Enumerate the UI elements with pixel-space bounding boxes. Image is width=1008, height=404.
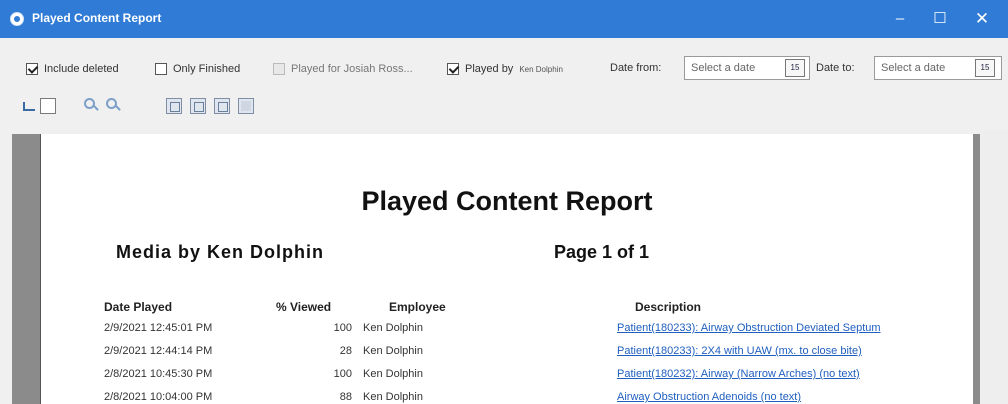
checkbox-disabled-icon[interactable] [273, 63, 285, 75]
played-by-label: Played by [465, 63, 514, 75]
report-page-info: Page 1 of 1 [554, 242, 650, 262]
column-header-date-played: Date Played [104, 300, 173, 314]
layout-list-icon[interactable] [190, 98, 206, 114]
viewed-cell: 88 [339, 391, 352, 403]
checkbox-unchecked-icon[interactable] [155, 63, 167, 75]
played-for-checkbox[interactable]: Played for Josiah Ross... [273, 63, 413, 75]
window-title: Played Content Report [32, 11, 162, 25]
date-from-label: Date from: [610, 62, 662, 74]
date-played-cell: 2/9/2021 12:45:01 PM [104, 322, 213, 334]
column-header-description: Description [635, 300, 702, 314]
calendar-icon[interactable]: 15 [785, 59, 805, 77]
table-row: 2/8/2021 10:04:00 PM 88 Ken Dolphin Airw… [41, 391, 973, 404]
magnifier-handle-icon [93, 105, 99, 111]
date-from-input[interactable]: Select a date 15 [684, 56, 810, 80]
table-row: 2/9/2021 12:44:14 PM 28 Ken Dolphin Pati… [41, 345, 973, 365]
vertical-scrollbar[interactable] [980, 130, 1008, 404]
table-row: 2/8/2021 10:45:30 PM 100 Ken Dolphin Pat… [41, 368, 973, 388]
maximize-button[interactable]: ☐ [920, 0, 960, 38]
zoom-out-icon[interactable] [106, 98, 122, 114]
description-link[interactable]: Patient(180233): Airway Obstruction Devi… [617, 322, 881, 334]
layout-full-icon[interactable] [238, 98, 254, 114]
employee-cell: Ken Dolphin [363, 368, 423, 380]
magnifier-handle-icon [115, 105, 121, 111]
date-to-input[interactable]: Select a date 15 [874, 56, 1002, 80]
table-row: 2/9/2021 12:45:01 PM 100 Ken Dolphin Pat… [41, 322, 973, 342]
app-icon [10, 12, 24, 26]
played-for-label: Played for Josiah Ross... [291, 63, 413, 75]
date-played-cell: 2/9/2021 12:44:14 PM [104, 345, 213, 357]
date-from-placeholder: Select a date [691, 62, 756, 74]
report-title: Played Content Report [361, 186, 653, 216]
filter-bar: Include deleted Only Finished Played for… [0, 44, 1008, 84]
employee-cell: Ken Dolphin [363, 322, 423, 334]
only-finished-checkbox[interactable]: Only Finished [155, 63, 240, 75]
report-subtitle: Media by Ken Dolphin [116, 242, 325, 262]
description-link[interactable]: Airway Obstruction Adenoids (no text) [617, 391, 801, 403]
date-to-placeholder: Select a date [881, 62, 946, 74]
include-deleted-checkbox[interactable]: Include deleted [26, 63, 119, 75]
date-to-label: Date to: [816, 62, 855, 74]
layout-split-icon[interactable] [214, 98, 230, 114]
checkbox-checked-icon[interactable] [26, 63, 38, 75]
checkbox-checked-icon[interactable] [447, 63, 459, 75]
include-deleted-label: Include deleted [44, 63, 119, 75]
title-bar: Played Content Report – ☐ ✕ [0, 0, 1008, 38]
played-by-name: Ken Dolphin [519, 64, 563, 74]
report-page: Played Content Report Media by Ken Dolph… [40, 134, 973, 404]
only-finished-label: Only Finished [173, 63, 241, 75]
employee-cell: Ken Dolphin [363, 391, 423, 403]
date-played-cell: 2/8/2021 10:04:00 PM [104, 391, 213, 403]
date-played-cell: 2/8/2021 10:45:30 PM [104, 368, 213, 380]
calendar-icon[interactable]: 15 [975, 59, 995, 77]
close-button[interactable]: ✕ [962, 0, 1002, 38]
played-by-checkbox[interactable]: Played by Ken Dolphin [447, 63, 563, 75]
column-header-employee: Employee [389, 300, 446, 314]
report-toolbar [0, 92, 1008, 124]
page-icon[interactable] [40, 98, 56, 114]
minimize-button[interactable]: – [880, 0, 920, 38]
zoom-in-icon[interactable] [84, 98, 100, 114]
description-link[interactable]: Patient(180233): 2X4 with UAW (mx. to cl… [617, 345, 862, 357]
back-icon[interactable] [20, 98, 36, 114]
description-link[interactable]: Patient(180232): Airway (Narrow Arches) … [617, 368, 860, 380]
report-viewer[interactable]: Played Content Report Media by Ken Dolph… [12, 134, 992, 404]
employee-cell: Ken Dolphin [363, 345, 423, 357]
viewed-cell: 28 [339, 345, 352, 357]
column-header-viewed: % Viewed [276, 300, 332, 314]
viewed-cell: 100 [333, 322, 352, 334]
layout-grid-icon[interactable] [166, 98, 182, 114]
viewed-cell: 100 [333, 368, 352, 380]
